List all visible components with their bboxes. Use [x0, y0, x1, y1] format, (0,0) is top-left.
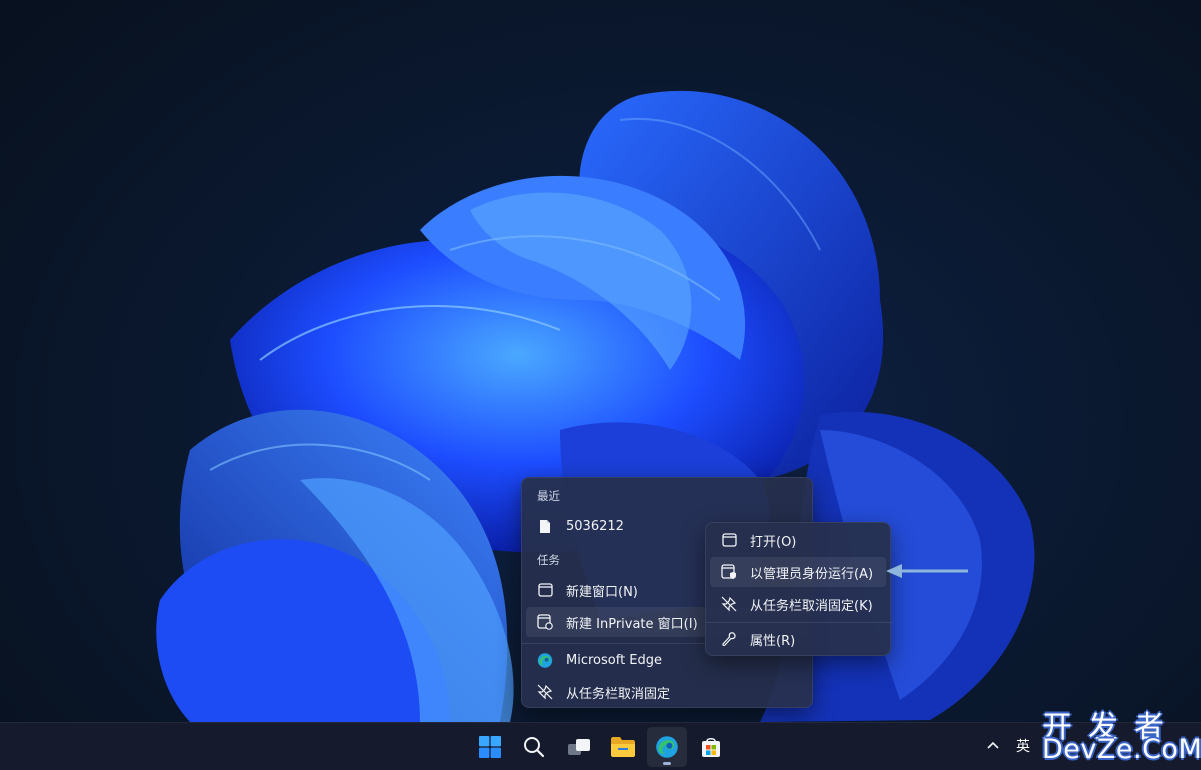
- show-hidden-icons-button[interactable]: [984, 734, 1002, 756]
- menu-run-as-admin-label: 以管理员身份运行(A): [750, 566, 874, 582]
- task-new-inprivate-label: 新建 InPrivate 窗口(I): [566, 616, 698, 632]
- menu-open[interactable]: 打开(O): [710, 525, 886, 555]
- inprivate-window-icon: [537, 614, 553, 630]
- callout-arrow: [886, 564, 968, 578]
- window-icon: [537, 582, 553, 598]
- watermark-line2: DevZe.CoM: [1042, 734, 1201, 765]
- submenu-divider: [706, 622, 892, 623]
- site-watermark: 开发者 DevZe.CoM: [1040, 702, 1201, 768]
- store-icon: [702, 738, 720, 757]
- edge-icon: [656, 736, 678, 758]
- chevron-up-icon: [987, 741, 999, 749]
- search-button[interactable]: [514, 727, 554, 767]
- edge-icon: [537, 652, 553, 668]
- unpin-icon: [721, 596, 737, 612]
- wrench-icon: [721, 631, 737, 647]
- recent-header: 最近: [537, 489, 560, 503]
- edge-taskbar-button[interactable]: [647, 727, 687, 767]
- task-new-window-label: 新建窗口(N): [566, 584, 638, 600]
- search-icon: [524, 737, 545, 758]
- shield-window-icon: [721, 564, 737, 580]
- menu-unpin-from-taskbar[interactable]: 从任务栏取消固定(K): [710, 589, 886, 619]
- window-icon: [721, 532, 737, 548]
- task-view-button[interactable]: [559, 727, 599, 767]
- document-icon: [537, 518, 553, 534]
- unpin-icon: [537, 684, 553, 700]
- unpin-label: 从任务栏取消固定: [566, 686, 671, 702]
- windows-logo-icon: [479, 736, 501, 758]
- menu-properties-label: 属性(R): [750, 633, 796, 649]
- folder-icon: [611, 737, 635, 757]
- menu-unpin-label: 从任务栏取消固定(K): [750, 598, 873, 614]
- task-view-icon: [568, 739, 590, 755]
- menu-open-label: 打开(O): [750, 534, 797, 550]
- store-button[interactable]: [691, 727, 731, 767]
- file-explorer-button[interactable]: [603, 727, 643, 767]
- recent-item-label: 5036212: [566, 518, 624, 534]
- menu-properties[interactable]: 属性(R): [710, 624, 886, 654]
- item-context-menu: 打开(O) 以管理员身份运行(A) 从任务栏取消固定(K) 属性(R): [705, 522, 892, 656]
- input-method-indicator[interactable]: 英: [1016, 736, 1030, 756]
- app-label: Microsoft Edge: [566, 652, 663, 668]
- tasks-header: 任务: [537, 553, 560, 567]
- start-button[interactable]: [470, 727, 510, 767]
- menu-run-as-admin[interactable]: 以管理员身份运行(A): [710, 557, 886, 587]
- unpin-from-taskbar[interactable]: 从任务栏取消固定: [526, 677, 808, 707]
